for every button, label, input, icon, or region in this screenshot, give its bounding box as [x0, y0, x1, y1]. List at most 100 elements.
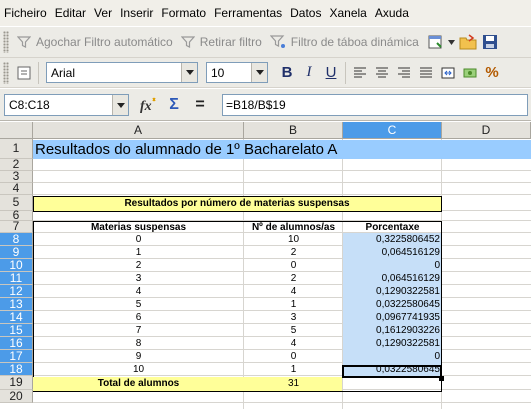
toolbar-grip[interactable] — [3, 61, 9, 84]
cell-alumnos[interactable]: 4 — [244, 286, 343, 297]
cell-alumnos[interactable]: 1 — [244, 364, 343, 375]
name-box-dropdown[interactable] — [112, 95, 128, 115]
styles-button[interactable] — [13, 62, 35, 84]
total-label[interactable]: Total de alumnos — [33, 378, 244, 390]
subtitle-cell[interactable]: Resultados por número de materias suspen… — [33, 197, 441, 211]
column-header-a[interactable]: A — [33, 122, 244, 139]
row-header[interactable]: 19 — [0, 376, 33, 390]
cell-porcentaxe[interactable]: 0,064516129 — [343, 247, 440, 258]
menu-xanela[interactable]: Xanela — [325, 0, 370, 26]
row-header[interactable]: 1 — [0, 139, 33, 159]
cell-porcentaxe[interactable]: 0,1290322581 — [343, 338, 440, 349]
column-header-d[interactable]: D — [442, 122, 531, 139]
bold-label: B — [281, 64, 293, 81]
row-header[interactable]: 4 — [0, 182, 33, 195]
fill-handle[interactable] — [439, 376, 444, 381]
cell-materias[interactable]: 10 — [33, 364, 244, 375]
cell-alumnos[interactable]: 2 — [244, 247, 343, 258]
cell-materias[interactable]: 8 — [33, 338, 244, 349]
cell-porcentaxe[interactable]: 0,1612903226 — [343, 325, 440, 336]
menu-datos[interactable]: Datos — [286, 0, 325, 26]
bold-button[interactable]: B — [276, 62, 298, 84]
cell-materias[interactable]: 1 — [33, 247, 244, 258]
align-center-button[interactable] — [371, 62, 393, 84]
save-button[interactable] — [479, 31, 501, 53]
autofilter-button[interactable]: Agochar Filtro automático — [13, 30, 177, 54]
row-gridline — [33, 194, 531, 195]
align-left-button[interactable] — [349, 62, 371, 84]
cell-alumnos[interactable]: 1 — [244, 299, 343, 310]
spreadsheet-grid[interactable]: A B C D 1 2 3 4 5 6 7 8 9 10 11 12 13 14 15 16 17 18 19 20 … — [0, 122, 531, 409]
cell-alumnos[interactable]: 2 — [244, 273, 343, 284]
cell-materias[interactable]: 4 — [33, 286, 244, 297]
menu-axuda[interactable]: Axuda — [371, 0, 413, 26]
cell-materias[interactable]: 5 — [33, 299, 244, 310]
cell-porcentaxe[interactable]: 0,1290322581 — [343, 286, 440, 297]
currency-button[interactable] — [459, 62, 481, 84]
sheet-title[interactable]: Resultados do alumnado de 1º Bacharelato… — [35, 140, 337, 159]
column-header-b[interactable]: B — [244, 122, 343, 139]
cell-porcentaxe[interactable]: 0,064516129 — [343, 273, 440, 284]
formula-input[interactable]: =B18/B$19 — [222, 94, 528, 116]
menu-ver[interactable]: Ver — [90, 0, 116, 26]
italic-button[interactable]: I — [298, 62, 320, 84]
cell-materias[interactable]: 9 — [33, 351, 244, 362]
chevron-down-icon — [448, 39, 456, 45]
justify-button[interactable] — [415, 62, 437, 84]
name-box[interactable]: C8:C18 — [4, 94, 129, 116]
header-alumnos[interactable]: Nº de alumnos/as — [244, 222, 343, 234]
font-name-combo[interactable]: Arial — [46, 62, 198, 83]
merge-cells-button[interactable] — [437, 62, 459, 84]
header-porcentaxe[interactable]: Porcentaxe — [343, 222, 442, 234]
cell-alumnos[interactable]: 4 — [244, 338, 343, 349]
cell-materias[interactable]: 2 — [33, 260, 244, 271]
cell-alumnos[interactable]: 0 — [244, 351, 343, 362]
datasource-button[interactable] — [425, 31, 447, 53]
header-materias[interactable]: Materias suspensas — [33, 222, 244, 234]
cell-porcentaxe[interactable]: 0,0967741935 — [343, 312, 440, 323]
align-right-button[interactable] — [393, 62, 415, 84]
cell-materias[interactable]: 6 — [33, 312, 244, 323]
row-gridline — [33, 170, 531, 171]
data-toolbar: Agochar Filtro automático Retirar filtro… — [0, 26, 531, 58]
function-wizard-button[interactable]: fx — [138, 94, 160, 116]
cell-alumnos[interactable]: 10 — [244, 234, 343, 245]
sum-button[interactable]: Σ — [163, 94, 185, 116]
cell-alumnos[interactable]: 5 — [244, 325, 343, 336]
cell-porcentaxe[interactable]: 0 — [343, 260, 440, 271]
italic-label: I — [306, 64, 312, 80]
menu-ferramentas[interactable]: Ferramentas — [210, 0, 286, 26]
row-header[interactable]: 20 — [0, 390, 33, 403]
select-all-corner[interactable] — [0, 122, 33, 139]
cell-materias[interactable]: 0 — [33, 234, 244, 245]
align-right-icon — [398, 67, 410, 77]
filter-icon — [17, 36, 31, 48]
column-header-c[interactable]: C — [343, 122, 442, 139]
function-button[interactable]: = — [189, 94, 211, 116]
row-gridline — [33, 402, 531, 403]
font-name-dropdown[interactable] — [181, 63, 197, 82]
cell-porcentaxe[interactable]: 0,3225806452 — [343, 234, 440, 245]
font-name-value: Arial — [51, 65, 76, 80]
menu-inserir[interactable]: Inserir — [116, 0, 157, 26]
menu-ficheiro[interactable]: Ficheiro — [0, 0, 51, 26]
menu-bar: Ficheiro Editar Ver Inserir Formato Ferr… — [0, 0, 531, 26]
cell-alumnos[interactable]: 3 — [244, 312, 343, 323]
cell-porcentaxe[interactable]: 0,0322580645 — [343, 299, 440, 310]
menu-formato[interactable]: Formato — [157, 0, 210, 26]
font-size-combo[interactable]: 10 — [206, 62, 268, 83]
open-button[interactable] — [457, 31, 479, 53]
remove-filter-button[interactable]: Retirar filtro — [177, 30, 266, 54]
total-value[interactable]: 31 — [244, 378, 343, 390]
pivot-filter-button[interactable]: Filtro de táboa dinámica — [266, 30, 423, 54]
cell-alumnos[interactable]: 0 — [244, 260, 343, 271]
cell-materias[interactable]: 7 — [33, 325, 244, 336]
menu-editar[interactable]: Editar — [51, 0, 90, 26]
toolbar-grip[interactable] — [3, 31, 9, 53]
datasource-dropdown[interactable] — [447, 31, 457, 53]
underline-button[interactable]: U — [320, 62, 342, 84]
cell-materias[interactable]: 3 — [33, 273, 244, 284]
percent-button[interactable]: % — [481, 62, 503, 84]
font-size-dropdown[interactable] — [251, 63, 267, 82]
cell-porcentaxe[interactable]: 0 — [343, 351, 440, 362]
